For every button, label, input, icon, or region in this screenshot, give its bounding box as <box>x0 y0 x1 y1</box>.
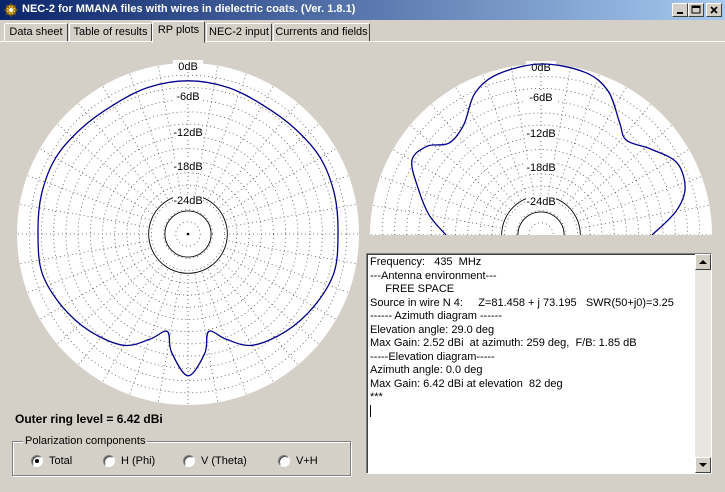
results-line: ---Antenna environment--- <box>370 269 497 282</box>
radio-label: V (Theta) <box>201 455 247 467</box>
radio-button[interactable] <box>31 455 43 467</box>
maximize-icon <box>691 5 701 14</box>
arrow-up-icon <box>699 260 707 264</box>
close-button[interactable] <box>706 3 722 17</box>
ring-label: -12dB <box>173 127 202 139</box>
scroll-up-button[interactable] <box>695 254 711 270</box>
window-title: NEC-2 for MMANA files with wires in diel… <box>22 3 356 15</box>
ring-label: -24dB <box>526 196 555 208</box>
ring-label: 0dB <box>178 61 198 73</box>
radio-button[interactable] <box>278 455 290 467</box>
vertical-scrollbar[interactable] <box>695 254 711 473</box>
results-line: Elevation angle: 29.0 deg <box>370 323 495 336</box>
tab-divider <box>0 41 725 42</box>
results-line: Max Gain: 2.52 dBi at azimuth: 259 deg, … <box>370 337 637 349</box>
outer-ring-level: Outer ring level = 6.42 dBi <box>15 412 163 426</box>
tab-data-sheet[interactable]: Data sheet <box>4 23 68 42</box>
ring-label: -6dB <box>176 91 199 103</box>
results-line: Frequency: 435 MHz <box>370 256 482 268</box>
results-line: Source in wire N 4: Z=81.458 + j 73.195 … <box>370 296 674 309</box>
polarization-title: Polarization components <box>23 435 148 447</box>
text-caret <box>370 404 371 417</box>
tab-nec2-input[interactable]: NEC-2 input <box>206 23 272 42</box>
results-line: Azimuth angle: 0.0 deg <box>370 364 483 376</box>
radio-button[interactable] <box>183 455 195 467</box>
title-bar: NEC-2 for MMANA files with wires in diel… <box>0 0 725 20</box>
ring-label: -6dB <box>529 92 552 104</box>
elevation-polar-plot: 0dB-6dB-12dB-18dB-24dB <box>370 61 712 235</box>
text-caret-line <box>370 404 692 419</box>
minimize-icon <box>677 12 683 14</box>
close-icon <box>710 6 718 14</box>
radio-selected-dot <box>35 459 39 463</box>
results-line: *** <box>370 391 383 403</box>
results-line: FREE SPACE <box>370 283 455 295</box>
results-line: ------ Azimuth diagram ------ <box>370 310 502 322</box>
radio-button[interactable] <box>103 455 115 467</box>
plot-center-dot <box>186 232 190 236</box>
maximize-button[interactable] <box>688 3 704 17</box>
ring-label: -18dB <box>526 162 555 174</box>
tab-rp-plots[interactable]: RP plots <box>152 21 205 43</box>
results-line: Max Gain: 6.42 dBi at elevation 82 deg <box>370 377 563 390</box>
tab-table-of-results[interactable]: Table of results <box>69 23 152 42</box>
ring-label: -18dB <box>173 161 202 173</box>
radio-label: V+H <box>296 455 318 467</box>
radiation-pattern-app-icon[interactable] <box>3 2 19 18</box>
results-textbox[interactable]: Frequency: 435 MHz ---Antenna environmen… <box>366 253 712 474</box>
radio-label: Total <box>49 455 73 467</box>
tab-currents-and-fields[interactable]: Currents and fields <box>273 23 370 42</box>
minimize-button[interactable] <box>672 3 688 17</box>
azimuth-polar-plot: 0dB -6dB -12dB -18dB -24dB <box>17 60 359 405</box>
scroll-down-button[interactable] <box>695 457 711 473</box>
radio-label: H (Phi) <box>121 455 156 467</box>
ring-label: -12dB <box>526 128 555 140</box>
tab-strip: Data sheet Table of results RP plots NEC… <box>0 21 725 43</box>
results-line: -----Elevation diagram----- <box>370 350 495 363</box>
arrow-down-icon <box>699 463 707 467</box>
results-text[interactable]: Frequency: 435 MHz ---Antenna environmen… <box>370 256 692 470</box>
polarization-groupbox: Polarization components Total H (Phi) V … <box>12 435 351 476</box>
ring-label: -24dB <box>173 195 202 207</box>
